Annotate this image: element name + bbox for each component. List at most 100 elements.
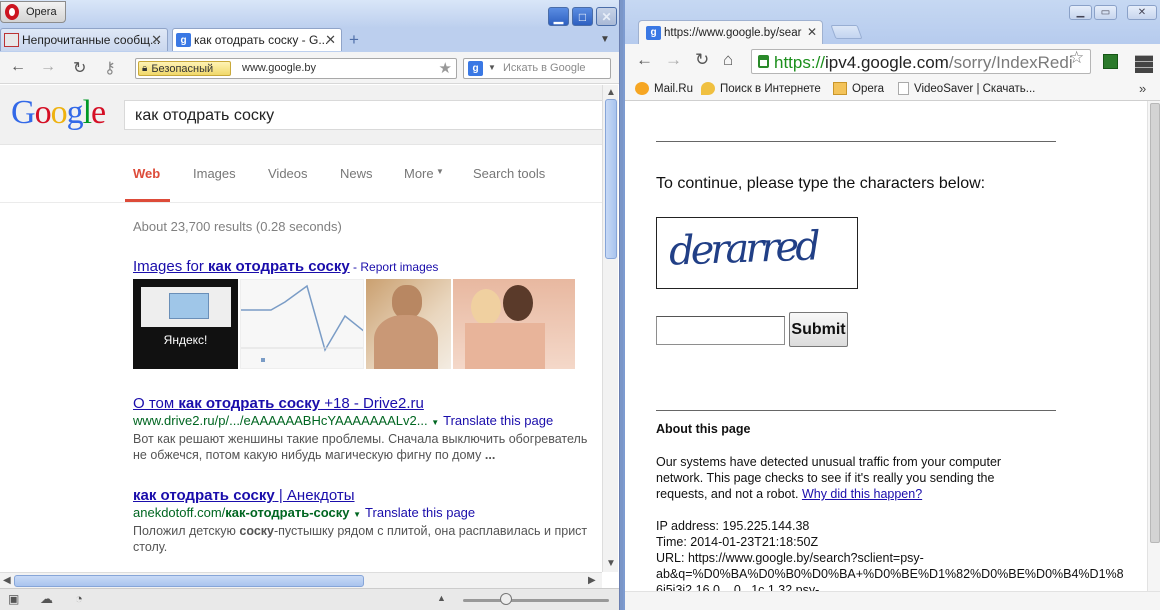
forward-arrow-icon[interactable]: → [665, 50, 682, 70]
bookmark-videosaver[interactable]: VideoSaver | Скачать... [898, 82, 1035, 95]
forward-arrow-icon[interactable]: → [40, 58, 56, 76]
tab-mail[interactable]: Непрочитанные сообщ... ✕ [0, 28, 168, 51]
report-images-link[interactable]: - Report images [350, 260, 438, 274]
horizontal-scrollbar[interactable] [625, 591, 1160, 610]
lock-icon[interactable] [758, 55, 769, 68]
close-icon[interactable]: ✕ [151, 32, 162, 48]
hamburger-menu-icon[interactable]: ▬ ▬ ▬ [1135, 46, 1153, 76]
horizontal-scrollbar[interactable]: ◀ ▶ [0, 572, 602, 588]
home-icon[interactable]: ⌂ [723, 50, 733, 70]
omnibox[interactable]: https://ipv4.google.com/sorry/IndexRedi [751, 49, 1091, 74]
security-badge[interactable]: 🔒︎ Безопасный [138, 61, 231, 76]
chevron-down-icon[interactable]: ▼ [353, 510, 361, 519]
tab-google-search[interactable]: g как отодрать соску - G... ✕ [172, 28, 342, 51]
vertical-scrollbar[interactable] [1147, 101, 1160, 591]
result-title: О том как отодрать соску +18 - Drive2.ru [133, 395, 424, 412]
tab-sorry-page[interactable]: g https://www.google.by/sear ✕ [638, 20, 823, 44]
image-thumbnail[interactable] [453, 279, 575, 369]
search-input[interactable]: как отодрать соску [124, 100, 602, 130]
scrollbar-thumb[interactable] [1150, 103, 1160, 543]
result-url-text: anekdotoff.com/ [133, 505, 226, 520]
search-engine-box[interactable]: g ▼ Искать в Google [463, 58, 611, 79]
minimize-icon[interactable]: ▁ [548, 7, 569, 26]
close-icon[interactable]: ✕ [325, 32, 336, 48]
title-part: | Анекдоты [274, 487, 355, 504]
scroll-left-icon[interactable]: ◀ [3, 575, 11, 586]
tab-web[interactable]: Web [133, 166, 160, 181]
opera-menu-button[interactable]: Opera [0, 1, 66, 23]
tab-label: как отодрать соску - G... [194, 33, 329, 47]
opera-menu-label: Opera [26, 6, 57, 18]
panel-toggle-icon[interactable]: ▣ [8, 592, 19, 606]
captcha-image: derarred [656, 217, 858, 289]
bookmark-mailru[interactable]: Mail.Ru [635, 82, 693, 95]
reload-icon[interactable]: ↻ [695, 50, 709, 70]
close-icon[interactable]: ✕ [1127, 5, 1157, 20]
snippet-part: не обжечся, потом какую нибудь магическу… [133, 448, 485, 462]
translate-link[interactable]: Translate this page [443, 413, 553, 428]
maximize-icon[interactable]: □ [572, 7, 593, 26]
google-logo[interactable]: Google [11, 94, 106, 132]
back-arrow-icon[interactable]: ← [636, 50, 653, 70]
bookmark-star-icon[interactable]: ★ [439, 59, 452, 77]
opera-tabstrip: Непрочитанные сообщ... ✕ g как отодрать со… [0, 28, 619, 52]
scroll-right-icon[interactable]: ▶ [588, 575, 596, 586]
result-link[interactable]: как отодрать соску | Анекдоты [133, 487, 355, 504]
scrollbar-thumb[interactable] [14, 575, 364, 587]
opera-logo-icon [5, 4, 19, 20]
image-thumbnail[interactable]: Яндекс! [133, 279, 238, 369]
cloud-icon[interactable]: ☁ [40, 591, 53, 607]
image-thumbnail[interactable] [366, 279, 451, 369]
extension-icon[interactable] [1103, 54, 1118, 69]
scroll-up-icon[interactable]: ▲ [606, 87, 616, 98]
magnifier-icon [701, 82, 715, 95]
zoom-slider[interactable] [463, 599, 609, 602]
minimize-icon[interactable]: ▁ [1069, 5, 1092, 20]
submit-button[interactable]: Submit [789, 312, 848, 347]
chevron-up-icon[interactable]: ▲ [437, 593, 446, 603]
new-tab-icon[interactable]: + [349, 30, 359, 50]
scrollbar-thumb[interactable] [605, 99, 617, 259]
close-icon[interactable]: ✕ [807, 25, 817, 39]
chevron-down-icon[interactable]: ▼ [431, 418, 439, 427]
google-favicon-icon: g [176, 33, 191, 47]
about-text-part: requests, and not a robot. [656, 487, 802, 501]
sorry-page: To continue, please type the characters … [625, 101, 1147, 591]
bookmark-search[interactable]: Поиск в Интернете [701, 82, 821, 95]
result-link[interactable]: О том как отодрать соску +18 - Drive2.ru [133, 395, 424, 412]
why-link[interactable]: Why did this happen? [802, 487, 922, 501]
images-for-link[interactable]: Images for как отодрать соску [133, 258, 350, 275]
tab-news[interactable]: News [340, 166, 373, 181]
address-bar[interactable]: 🔒︎ Безопасный www.google.by ★ [135, 58, 457, 79]
bookmark-label: Opera [852, 82, 884, 95]
logo-letter: l [82, 94, 93, 131]
chevron-down-icon: ▼ [436, 167, 444, 176]
speedometer-icon[interactable]: ◔ [75, 591, 83, 606]
search-tools-button[interactable]: Search tools [473, 166, 545, 181]
translate-link[interactable]: Translate this page [365, 505, 475, 520]
maximize-icon[interactable]: ▭ [1094, 5, 1117, 20]
tab-images[interactable]: Images [193, 166, 236, 181]
tab-more[interactable]: More [404, 166, 434, 181]
key-icon[interactable]: ⚷ [104, 58, 116, 78]
image-thumbnail[interactable] [240, 279, 364, 369]
captcha-input[interactable] [656, 316, 785, 345]
thumbnail-figure [465, 323, 545, 369]
bookmark-star-icon[interactable]: ☆ [1069, 48, 1084, 68]
bookmark-opera[interactable]: Opera [833, 82, 884, 95]
images-prefix: Images for [133, 258, 209, 275]
reload-icon[interactable]: ↻ [73, 58, 86, 78]
back-arrow-icon[interactable]: ← [10, 58, 26, 76]
about-text: network. This page checks to see if it's… [656, 471, 995, 485]
zoom-slider-handle[interactable] [500, 593, 512, 605]
bookmarks-overflow-icon[interactable]: » [1139, 81, 1146, 96]
chevron-down-icon[interactable]: ▼ [488, 63, 496, 72]
scroll-down-icon[interactable]: ▼ [606, 558, 616, 569]
url-scheme: https:// [774, 53, 826, 72]
vertical-scrollbar[interactable]: ▲ ▼ [602, 85, 618, 572]
close-icon[interactable]: ✕ [596, 7, 617, 26]
tab-menu-chevron-icon[interactable]: ▼ [600, 34, 610, 45]
timestamp: Time: 2014-01-23T21:18:50Z [656, 535, 819, 549]
new-tab-button[interactable] [830, 25, 863, 39]
tab-videos[interactable]: Videos [268, 166, 308, 181]
